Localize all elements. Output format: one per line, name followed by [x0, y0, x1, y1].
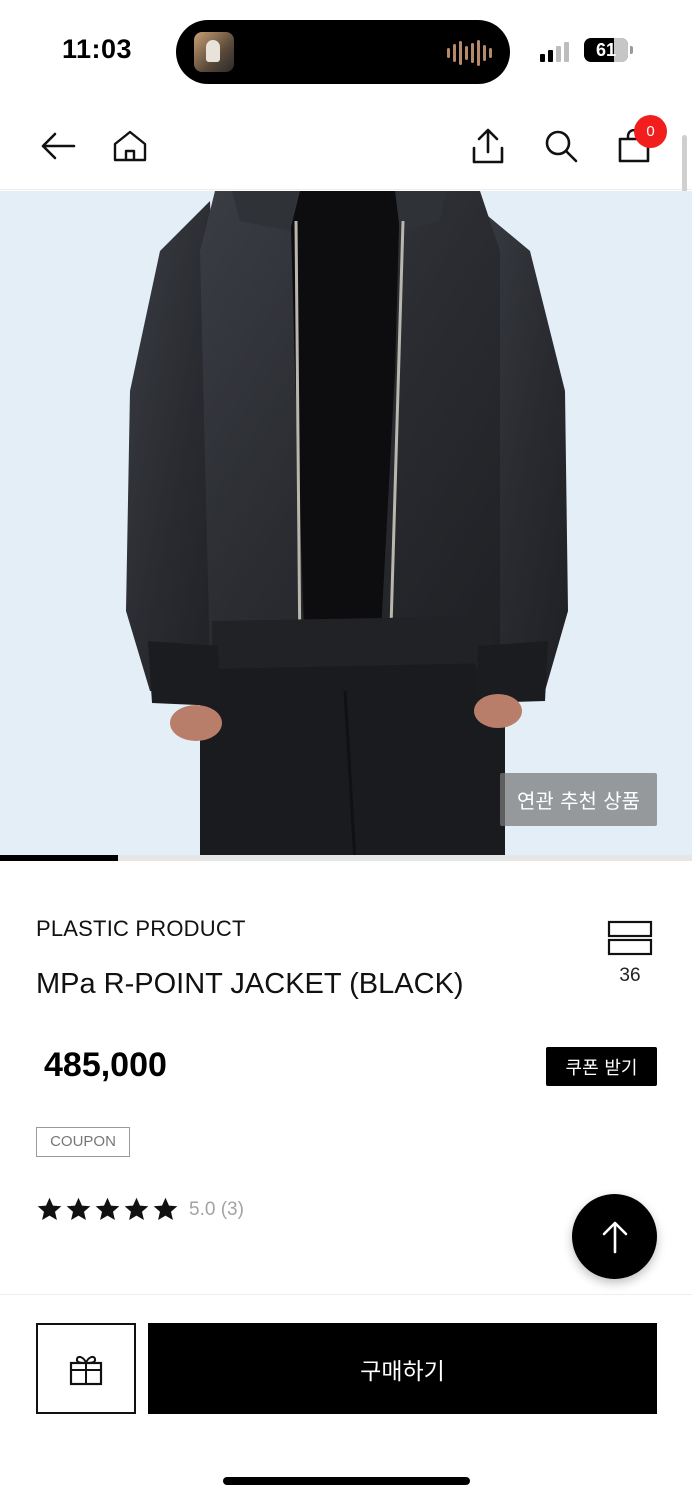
- scroll-to-top-button[interactable]: [572, 1194, 657, 1279]
- brand-name[interactable]: PLASTIC PRODUCT: [36, 916, 246, 942]
- home-indicator[interactable]: [223, 1477, 470, 1485]
- audio-waveform-icon: [447, 40, 492, 66]
- wishlist-stack-icon: [607, 920, 653, 956]
- now-playing-thumbnail: [194, 32, 234, 72]
- related-products-button[interactable]: 연관 추천 상품: [500, 773, 657, 826]
- back-arrow-icon[interactable]: [36, 124, 80, 168]
- product-photo: [126, 191, 568, 861]
- top-nav-bar: [0, 100, 692, 190]
- cart-count-badge: 0: [634, 115, 667, 148]
- image-carousel-progress-fill: [0, 855, 118, 861]
- arrow-up-icon: [602, 1221, 627, 1253]
- star-icon: [66, 1197, 91, 1220]
- status-bar: 11:03 61: [0, 0, 692, 100]
- image-carousel-progress: [0, 855, 692, 861]
- product-image[interactable]: [0, 191, 692, 861]
- star-icon: [95, 1197, 120, 1220]
- rating-stars: [36, 1196, 179, 1223]
- dynamic-island[interactable]: [176, 20, 510, 84]
- get-coupon-button[interactable]: 쿠폰 받기: [546, 1047, 657, 1086]
- gift-icon: [69, 1355, 103, 1385]
- product-title: MPa R-POINT JACKET (BLACK): [36, 968, 464, 1000]
- rating-text: 5.0 (3): [189, 1198, 244, 1220]
- product-rating[interactable]: 5.0 (3): [36, 1196, 244, 1223]
- product-price: 485,000: [44, 1046, 167, 1084]
- gift-button[interactable]: [36, 1323, 136, 1414]
- battery-icon: 61: [584, 38, 633, 62]
- share-icon[interactable]: [466, 124, 510, 168]
- wishlist-count: 36: [619, 965, 641, 986]
- star-icon: [153, 1197, 178, 1220]
- star-icon: [37, 1197, 62, 1220]
- star-icon: [124, 1197, 149, 1220]
- cellular-signal-icon: [540, 40, 569, 62]
- search-icon[interactable]: [539, 124, 583, 168]
- wishlist-button[interactable]: 36: [606, 920, 654, 987]
- coupon-tag: COUPON: [36, 1127, 130, 1157]
- home-icon[interactable]: [108, 124, 152, 168]
- battery-percentage: 61: [595, 40, 617, 60]
- status-time: 11:03: [62, 34, 133, 64]
- buy-button[interactable]: 구매하기: [148, 1323, 657, 1414]
